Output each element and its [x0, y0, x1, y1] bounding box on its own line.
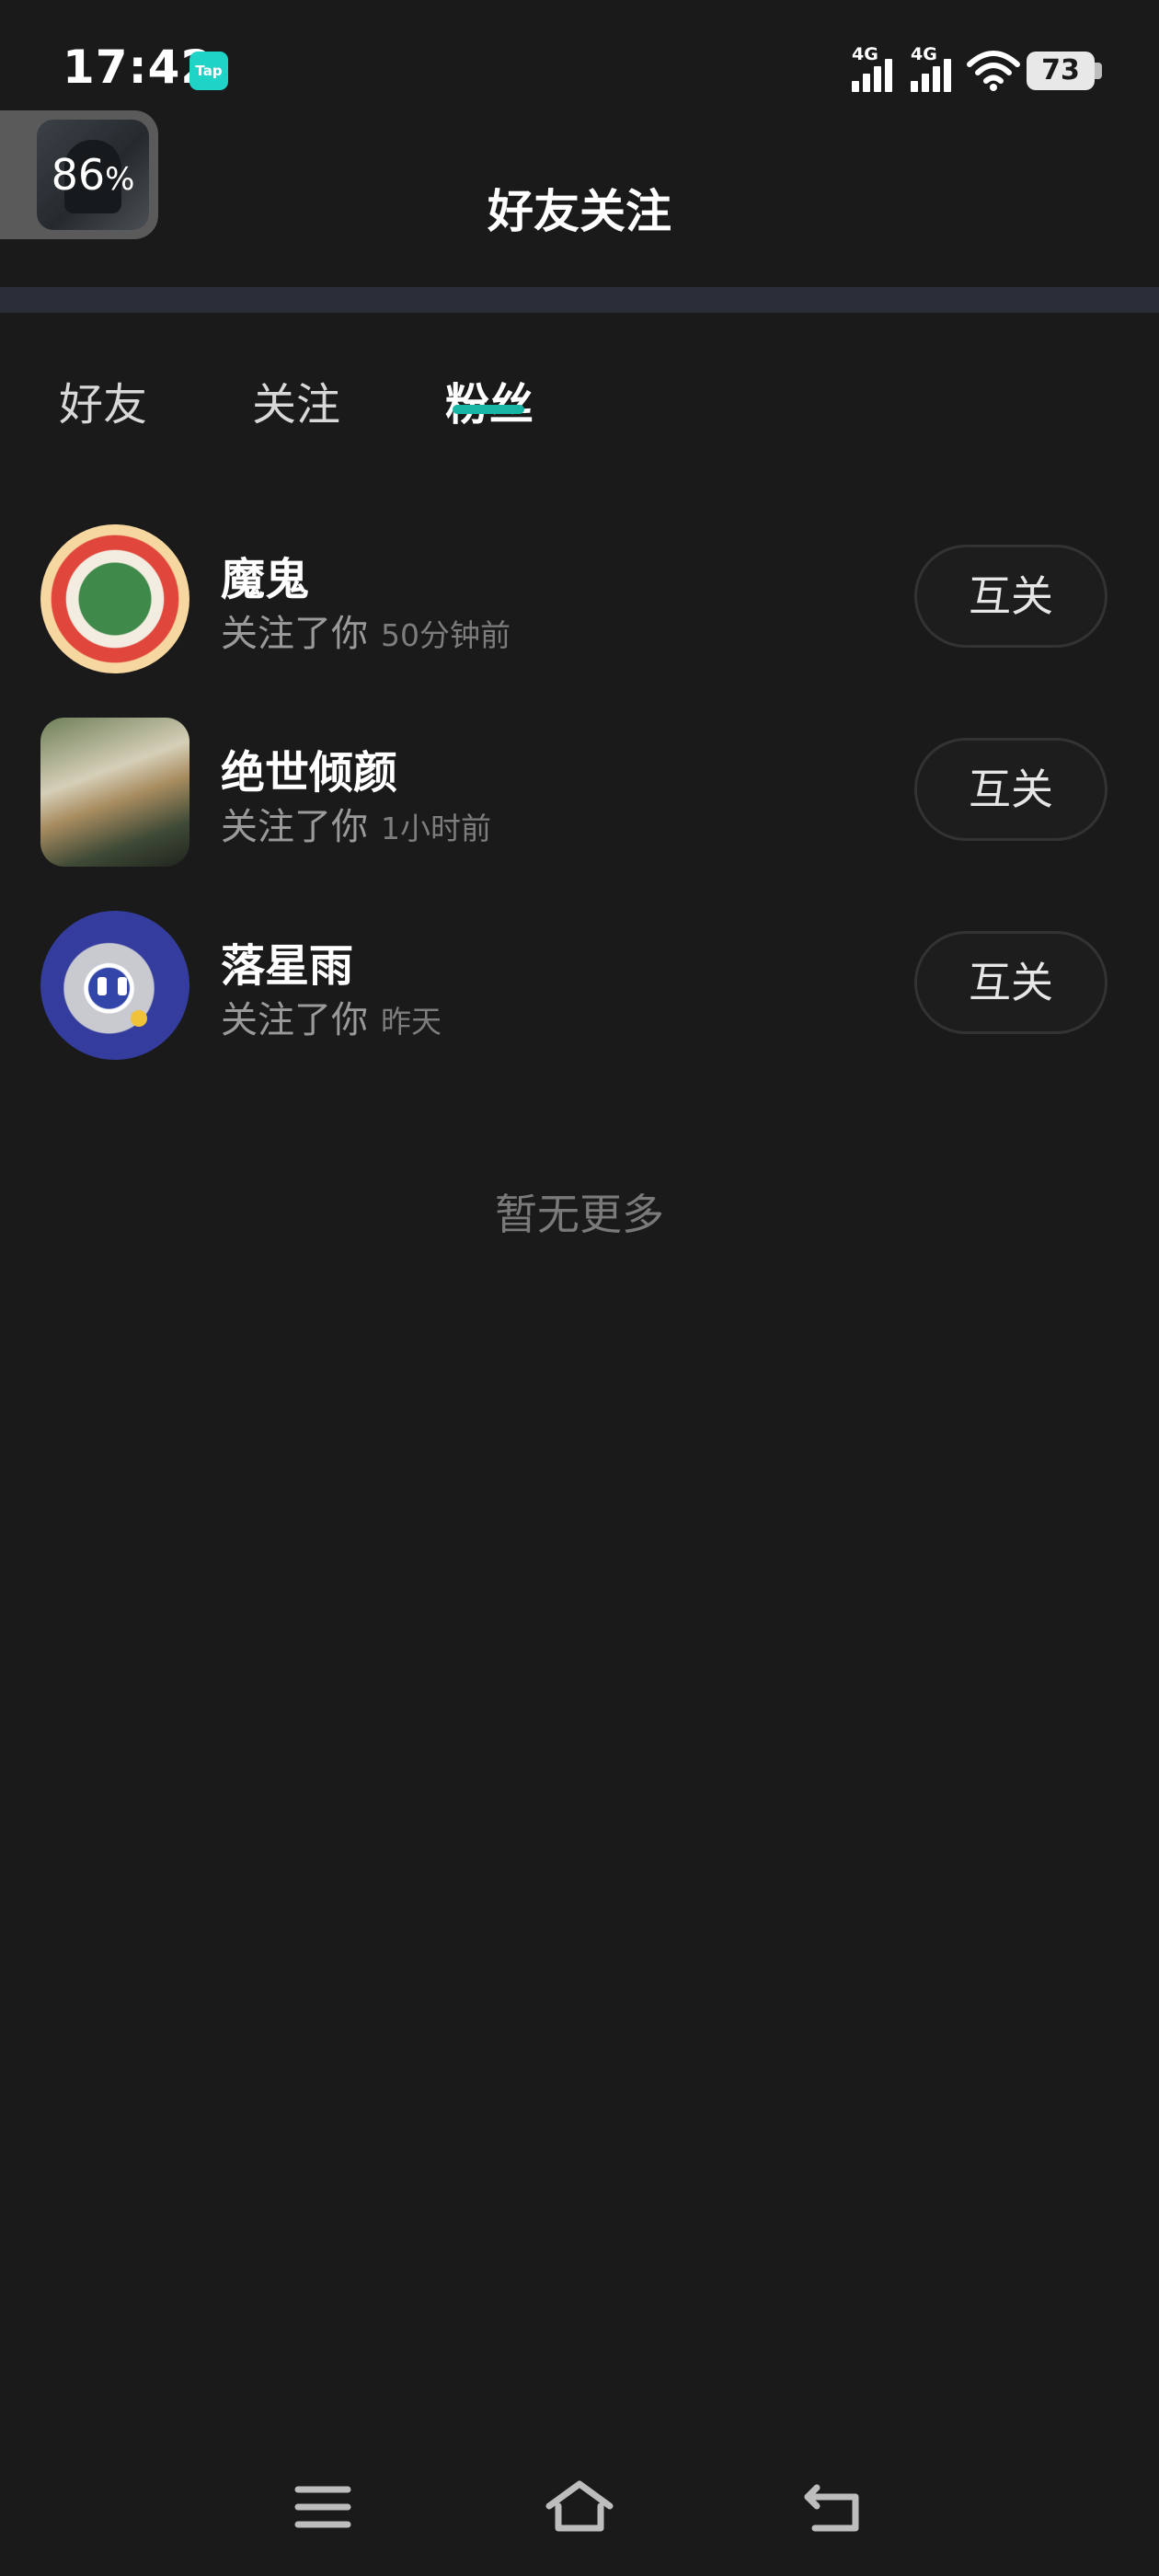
menu-icon[interactable]	[281, 2475, 364, 2539]
tab-fans[interactable]: 粉丝	[445, 368, 534, 432]
user-nickname: 魔鬼	[221, 554, 310, 605]
battery-icon: 73	[1027, 52, 1095, 90]
follow-action-text: 关注了你	[221, 806, 368, 848]
follow-back-button[interactable]: 互关	[914, 931, 1107, 1034]
follow-meta: 关注了你 昨天	[221, 990, 442, 1043]
avatar[interactable]	[40, 911, 189, 1060]
network-type-label: 4G	[852, 44, 878, 64]
system-nav-bar	[0, 2447, 1159, 2576]
status-bar: 17:42 Tap 4G 4G 73	[0, 0, 1159, 110]
battery-cap	[1095, 63, 1102, 79]
list-item[interactable]: 魔鬼 关注了你 50分钟前 互关	[0, 512, 1159, 686]
tab-bar: 好友 关注 粉丝	[0, 350, 1159, 442]
follow-time: 50分钟前	[381, 617, 511, 653]
follow-meta: 关注了你 1小时前	[221, 797, 491, 850]
no-more-text: 暂无更多	[495, 1190, 664, 1239]
list-item[interactable]: 绝世倾颜 关注了你 1小时前 互关	[0, 705, 1159, 880]
header-divider	[0, 287, 1159, 313]
avatar[interactable]	[40, 718, 189, 867]
follow-time: 1小时前	[381, 811, 491, 846]
cellular-signal-icon: 4G	[850, 44, 901, 92]
wifi-icon	[967, 51, 1020, 91]
user-nickname: 绝世倾颜	[221, 747, 398, 799]
home-icon[interactable]	[538, 2475, 621, 2539]
tab-following[interactable]: 关注	[252, 368, 340, 432]
follow-back-button[interactable]: 互关	[914, 738, 1107, 841]
cellular-signal-icon: 4G	[909, 44, 960, 92]
network-type-label: 4G	[911, 44, 937, 64]
follow-action-text: 关注了你	[221, 999, 368, 1041]
list-item[interactable]: 落星雨 关注了你 昨天 互关	[0, 898, 1159, 1073]
page-title: 好友关注	[488, 185, 671, 238]
active-tab-indicator	[453, 405, 524, 414]
user-nickname: 落星雨	[221, 940, 354, 992]
follow-back-button[interactable]: 互关	[914, 545, 1107, 648]
follow-meta: 关注了你 50分钟前	[221, 604, 511, 657]
follow-action-text: 关注了你	[221, 613, 368, 655]
tap-app-icon: Tap	[189, 52, 228, 90]
avatar[interactable]	[40, 524, 189, 673]
tab-friends[interactable]: 好友	[59, 368, 147, 432]
back-icon[interactable]	[795, 2475, 878, 2539]
follow-time: 昨天	[381, 1004, 442, 1040]
screen: 17:42 Tap 4G 4G 73 86% 好友关注 好友 关注 魔鬼 关注了…	[0, 0, 1159, 2576]
